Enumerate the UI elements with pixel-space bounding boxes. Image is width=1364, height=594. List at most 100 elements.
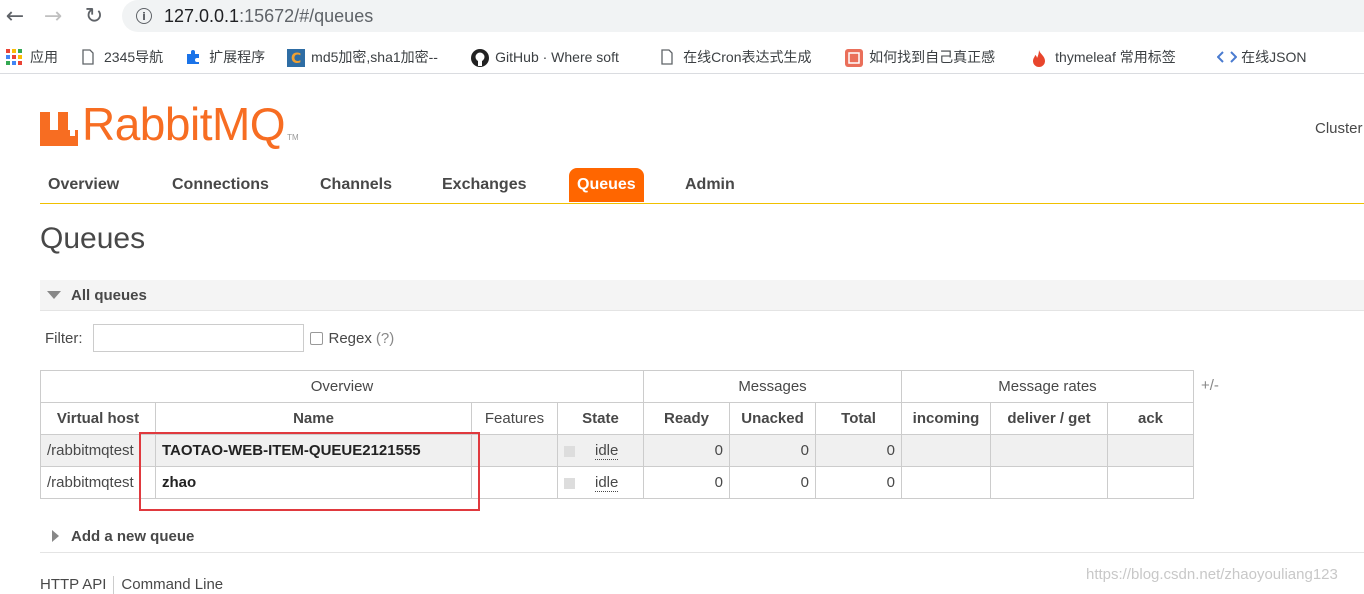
bookmark-label: 2345导航 xyxy=(104,48,164,65)
cell-features xyxy=(471,466,558,499)
page-icon xyxy=(80,48,96,65)
add-queue-label: Add a new queue xyxy=(71,527,195,545)
cell-ack xyxy=(1107,434,1194,467)
cell-unacked: 0 xyxy=(729,434,816,467)
logo-text: RabbitMQ xyxy=(82,98,286,150)
cell-features xyxy=(471,434,558,467)
regex-help-link[interactable]: (?) xyxy=(376,330,394,347)
cell-ready: 0 xyxy=(643,466,730,499)
bookmark-extensions[interactable]: 扩展程序 xyxy=(185,47,265,67)
cell-total: 0 xyxy=(815,434,902,467)
filter-label: Filter: xyxy=(45,329,83,347)
cluster-label: Cluster xyxy=(1315,120,1363,137)
bookmark-md5[interactable]: C md5加密,sha1加密-- xyxy=(287,47,449,67)
section-title: All queues xyxy=(71,286,147,304)
reload-icon[interactable]: ↻ xyxy=(81,3,107,29)
cell-deliver-get xyxy=(990,466,1108,499)
bookmark-thymeleaf[interactable]: thymeleaf 常用标签 xyxy=(1031,47,1195,67)
url-path: :15672/#/queues xyxy=(239,5,374,26)
browser-toolbar: ← → ↻ i 127.0.0.1:15672/#/queues xyxy=(0,0,1364,36)
cell-incoming xyxy=(901,466,991,499)
filter-row: Filter: Regex (?) xyxy=(45,323,394,353)
cell-ready: 0 xyxy=(643,434,730,467)
bookmark-apps[interactable]: 应用 xyxy=(6,47,58,67)
cell-unacked: 0 xyxy=(729,466,816,499)
flame-icon xyxy=(1031,49,1047,67)
logo-trademark: TM xyxy=(287,133,299,142)
svg-text:C: C xyxy=(291,51,301,67)
bookmark-label: 扩展程序 xyxy=(209,48,266,65)
bookmark-jianshu[interactable]: 如何找到自己真正感 xyxy=(845,47,1009,67)
code-icon xyxy=(1216,49,1238,65)
http-api-link[interactable]: HTTP API xyxy=(40,576,106,594)
column-header-virtual-host[interactable]: Virtual host xyxy=(40,402,156,435)
column-header-ack[interactable]: ack xyxy=(1107,402,1194,435)
bookmark-json[interactable]: 在线JSON xyxy=(1216,47,1307,67)
divider xyxy=(40,552,1364,553)
column-header-incoming[interactable]: incoming xyxy=(901,402,991,435)
tab-overview[interactable]: Overview xyxy=(40,168,127,202)
bookmark-label: thymeleaf 常用标签 xyxy=(1055,48,1176,65)
column-header-ready[interactable]: Ready xyxy=(643,402,730,435)
command-line-link[interactable]: Command Line xyxy=(121,576,223,594)
forward-arrow-icon[interactable]: → xyxy=(40,3,66,29)
tab-connections[interactable]: Connections xyxy=(164,168,277,202)
tab-admin[interactable]: Admin xyxy=(677,168,743,202)
regex-checkbox[interactable] xyxy=(309,331,323,345)
bookmark-label: md5加密,sha1加密-- xyxy=(311,48,438,65)
page-title: Queues xyxy=(40,222,146,255)
tab-channels[interactable]: Channels xyxy=(312,168,400,202)
github-icon xyxy=(471,48,490,67)
cell-incoming xyxy=(901,434,991,467)
annotation-highlight-box xyxy=(139,432,480,511)
column-header-features: Features xyxy=(471,402,558,435)
address-bar[interactable]: i 127.0.0.1:15672/#/queues xyxy=(122,0,1364,32)
cell-total: 0 xyxy=(815,466,902,499)
info-icon[interactable]: i xyxy=(136,8,152,24)
columns-toggle[interactable]: +/- xyxy=(1201,377,1219,394)
expand-triangle-icon xyxy=(52,530,59,542)
column-header-unacked[interactable]: Unacked xyxy=(729,402,816,435)
puzzle-icon xyxy=(185,49,201,65)
main-tabs: Overview Connections Channels Exchanges … xyxy=(40,168,1364,204)
tab-queues[interactable]: Queues xyxy=(569,168,644,202)
back-arrow-icon[interactable]: ← xyxy=(2,3,28,29)
add-queue-toggle[interactable]: Add a new queue xyxy=(52,525,194,547)
bookmark-cron[interactable]: 在线Cron表达式生成 xyxy=(659,47,823,67)
regex-label: Regex xyxy=(328,329,372,347)
column-header-state[interactable]: State xyxy=(557,402,644,435)
cell-ack xyxy=(1107,466,1194,499)
group-header-message-rates: Message rates xyxy=(901,370,1194,403)
jian-icon xyxy=(845,48,864,67)
apps-grid-icon xyxy=(6,48,22,65)
footer-separator xyxy=(113,576,115,594)
bookmark-label: 在线Cron表达式生成 xyxy=(683,48,812,65)
c-logo-icon: C xyxy=(287,48,306,67)
watermark: https://blog.csdn.net/zhaoyouliang123 xyxy=(1086,566,1338,583)
bookmark-label: GitHub · Where soft xyxy=(495,48,619,65)
cell-state: idle xyxy=(557,466,644,499)
rabbitmq-mark-icon xyxy=(40,106,78,146)
tab-exchanges[interactable]: Exchanges xyxy=(434,168,534,202)
column-header-total[interactable]: Total xyxy=(815,402,902,435)
bookmark-label: 应用 xyxy=(30,48,58,65)
column-header-name[interactable]: Name xyxy=(155,402,472,435)
bookmark-github[interactable]: GitHub · Where soft xyxy=(471,48,637,67)
bookmark-label: 在线JSON xyxy=(1241,48,1307,65)
bookmark-2345[interactable]: 2345导航 xyxy=(80,47,163,67)
footer: HTTP API Command Line xyxy=(40,576,223,594)
filter-input[interactable] xyxy=(92,324,304,352)
group-header-messages: Messages xyxy=(643,370,902,403)
rabbitmq-logo[interactable]: RabbitMQ TM xyxy=(40,96,299,150)
column-header-deliver-get[interactable]: deliver / get xyxy=(990,402,1108,435)
group-header-overview: Overview xyxy=(40,370,644,403)
bookmark-label: 如何找到自己真正感 xyxy=(869,48,996,65)
state-indicator xyxy=(564,477,575,489)
cell-state: idle xyxy=(557,434,644,467)
state-text: idle xyxy=(595,474,619,492)
all-queues-toggle[interactable]: All queues xyxy=(40,280,1364,311)
state-text: idle xyxy=(595,442,619,460)
bookmarks-bar: 应用 2345导航 扩展程序 C md5加密,sha1加密-- GitHub ·… xyxy=(0,40,1364,74)
url-host: 127.0.0.1 xyxy=(164,5,240,26)
collapse-triangle-icon xyxy=(47,291,61,299)
